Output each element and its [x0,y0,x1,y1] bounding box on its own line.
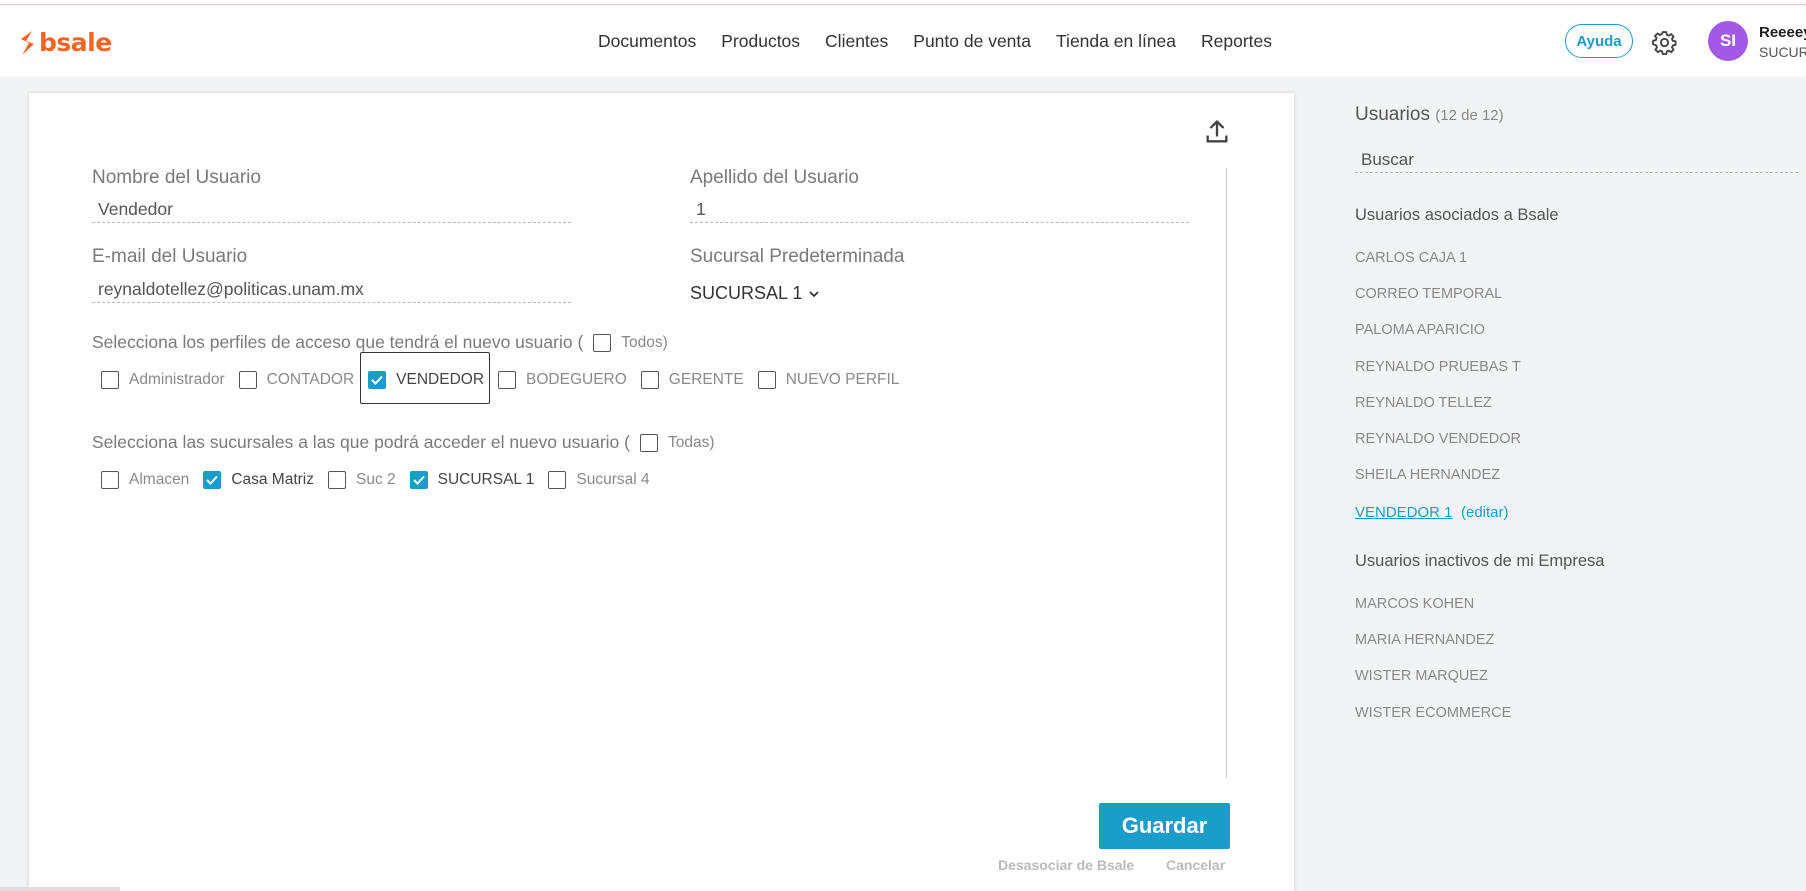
checkbox[interactable] [498,371,517,389]
divider [1226,168,1227,778]
checkbox-checked[interactable] [368,371,387,389]
profile-gerente[interactable]: GERENTE [640,371,744,389]
cancel-link[interactable]: Cancelar [1166,857,1225,873]
list-item[interactable]: WISTER MARQUEZ [1355,668,1488,684]
branch-sucursal-4[interactable]: Sucursal 4 [548,471,650,489]
profile-contador[interactable]: CONTADOR [238,371,355,389]
default-branch-select[interactable]: SUCURSAL 1 [690,283,820,304]
check-icon [371,375,383,385]
save-button[interactable]: Guardar [1099,803,1230,849]
list-item[interactable]: REYNALDO PRUEBAS T [1355,359,1521,375]
users-title: Usuarios [1355,104,1430,125]
scrollbar[interactable] [0,887,120,891]
top-border [0,0,1806,5]
branch-suc-2[interactable]: Suc 2 [328,471,396,489]
profiles-question-text: Selecciona los perfiles de acceso que te… [92,332,584,352]
profile-administrador[interactable]: Administrador [101,371,225,389]
default-branch-value: SUCURSAL 1 [690,283,803,303]
list-item[interactable]: REYNALDO VENDEDOR [1355,431,1521,447]
nav-clientes[interactable]: Clientes [825,31,888,52]
users-panel-title: Usuarios (12 de 12) [1355,104,1504,126]
branches-question: Selecciona las sucursales a las que podr… [92,432,715,453]
account-branch: SUCUR [1759,44,1806,60]
checkbox-checked[interactable] [203,471,222,489]
nav-productos[interactable]: Productos [721,31,800,52]
profile-label: GERENTE [668,371,744,388]
first-name-input[interactable] [92,197,571,223]
bsale-logo[interactable]: bsale [18,28,112,57]
first-name-label: Nombre del Usuario [92,167,261,188]
branch-almacen[interactable]: Almacen [101,471,189,489]
brand-name: bsale [39,28,112,57]
profiles-question: Selecciona los perfiles de acceso que te… [92,332,668,353]
checkbox-checked[interactable] [409,471,428,489]
branch-label: Almacen [129,471,190,488]
profile-label: Administrador [129,371,225,388]
branches-all-label: Todas) [667,433,715,451]
email-field[interactable] [92,277,571,303]
profile-label: VENDEDOR [396,371,485,388]
branches-question-text: Selecciona las sucursales a las que podr… [92,432,630,452]
list-item[interactable]: CARLOS CAJA 1 [1355,250,1467,266]
check-icon [412,475,425,485]
avatar[interactable]: SI [1708,21,1748,61]
profiles-list: Administrador CONTADOR VENDEDOR BODEGUER… [101,371,899,389]
default-branch-label: Sucursal Predeterminada [690,246,905,267]
profile-label: BODEGUERO [526,371,627,388]
branch-label: SUCURSAL 1 [437,471,535,488]
edit-link[interactable]: (editar) [1461,504,1509,521]
users-count: (12 de 12) [1435,107,1504,124]
checkbox[interactable] [101,371,119,389]
profile-label: NUEVO PERFIL [785,371,900,388]
list-item[interactable]: SHEILA HERNANDEZ [1355,467,1500,483]
list-item[interactable]: PALOMA APARICIO [1355,322,1485,338]
branches-list: Almacen Casa Matriz Suc 2 SUCURSAL 1 Suc… [101,471,650,489]
chevron-down-icon [809,290,820,297]
list-item[interactable]: CORREO TEMPORAL [1355,286,1502,302]
nav-tienda-en-linea[interactable]: Tienda en línea [1056,31,1176,52]
search-input[interactable] [1355,147,1798,173]
profile-nuevo-perfil[interactable]: NUEVO PERFIL [757,371,900,389]
list-item[interactable]: MARIA HERNANDEZ [1355,632,1494,648]
bsale-logo-icon [21,30,34,55]
nav-reportes[interactable]: Reportes [1201,31,1272,52]
top-navbar: bsale Documentos Productos Clientes Punt… [0,6,1806,77]
branches-all-checkbox[interactable] [639,433,658,452]
list-item[interactable]: MARCOS KOHEN [1355,596,1474,612]
gear-icon[interactable] [1652,30,1677,55]
checkbox[interactable] [757,371,776,389]
check-icon [206,475,219,485]
profiles-all-label: Todos) [621,333,668,351]
upload-icon[interactable] [1203,118,1231,146]
last-name-input[interactable] [690,197,1189,223]
profile-vendedor[interactable]: VENDEDOR [368,371,484,389]
current-user-link[interactable]: VENDEDOR 1 [1355,504,1453,521]
checkbox[interactable] [548,471,567,489]
disassociate-link[interactable]: Desasociar de Bsale [998,857,1134,873]
checkbox[interactable] [328,471,346,489]
profile-bodeguero[interactable]: BODEGUERO [498,371,627,389]
list-item[interactable]: WISTER ECOMMERCE [1355,705,1511,721]
last-name-label: Apellido del Usuario [690,167,859,188]
email-label: E-mail del Usuario [92,246,248,267]
branch-label: Sucursal 4 [576,471,650,488]
account-name[interactable]: Reeeey [1759,24,1806,41]
branch-label: Casa Matriz [231,471,314,488]
checkbox[interactable] [238,371,257,389]
main-nav: Documentos Productos Clientes Punto de v… [598,31,1272,52]
profile-label: CONTADOR [266,371,355,388]
branch-sucursal-1[interactable]: SUCURSAL 1 [409,471,535,489]
checkbox[interactable] [640,371,659,389]
nav-documentos[interactable]: Documentos [598,31,696,52]
profiles-all-checkbox[interactable] [593,333,612,352]
checkbox[interactable] [101,471,119,489]
nav-punto-de-venta[interactable]: Punto de venta [913,31,1031,52]
associated-users-heading: Usuarios asociados a Bsale [1355,206,1559,224]
list-item[interactable]: REYNALDO TELLEZ [1355,395,1492,411]
branch-label: Suc 2 [356,471,396,488]
branch-casa-matriz[interactable]: Casa Matriz [203,471,314,489]
inactive-users-heading: Usuarios inactivos de mi Empresa [1355,552,1605,570]
help-button[interactable]: Ayuda [1565,24,1633,58]
current-user-item: VENDEDOR 1 (editar) [1355,504,1509,522]
